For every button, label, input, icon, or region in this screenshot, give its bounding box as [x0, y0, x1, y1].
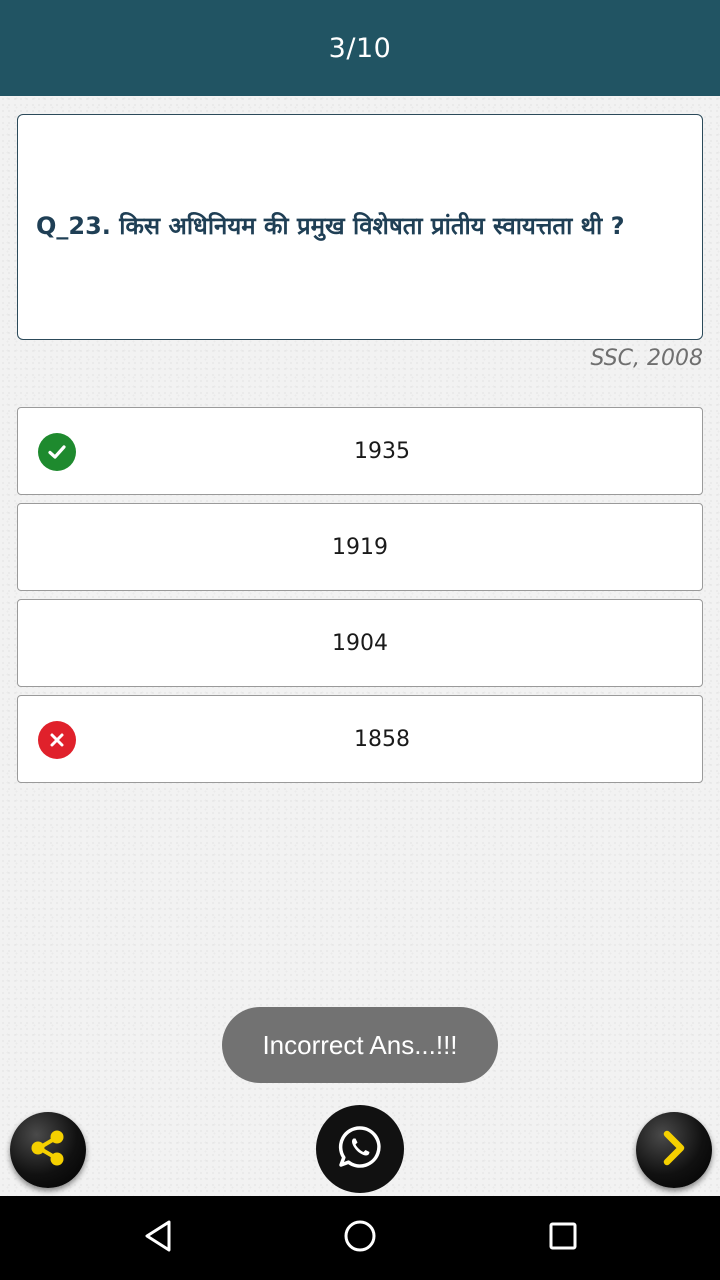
option-label: 1919	[332, 534, 388, 560]
check-icon	[38, 433, 76, 471]
share-button[interactable]	[10, 1112, 86, 1188]
next-button[interactable]	[636, 1112, 712, 1188]
toast-text: Incorrect Ans...!!!	[262, 1029, 458, 1060]
nav-back-button[interactable]	[98, 1196, 218, 1280]
system-nav-bar	[0, 1196, 720, 1280]
chevron-right-icon	[656, 1128, 692, 1172]
nav-recents-button[interactable]	[503, 1196, 623, 1280]
option-label: 1935	[354, 438, 410, 464]
option-2[interactable]: 1919	[17, 503, 703, 591]
question-card: Q_23. किस अधिनियम की प्रमुख विशेषता प्रा…	[17, 114, 703, 340]
close-icon	[38, 721, 76, 759]
home-circle-icon	[342, 1218, 378, 1258]
question-source: SSC, 2008	[590, 346, 703, 371]
question-progress: 3/10	[328, 32, 392, 64]
recents-square-icon	[547, 1220, 579, 1256]
top-bar: 3/10	[0, 0, 720, 96]
option-4[interactable]: 1858	[17, 695, 703, 783]
option-label: 1858	[354, 726, 410, 752]
question-text: Q_23. किस अधिनियम की प्रमुख विशेषता प्रा…	[36, 212, 625, 241]
option-3[interactable]: 1904	[17, 599, 703, 687]
option-label: 1904	[332, 630, 388, 656]
share-icon	[27, 1127, 69, 1173]
nav-home-button[interactable]	[300, 1196, 420, 1280]
whatsapp-icon	[335, 1122, 385, 1176]
whatsapp-button[interactable]	[316, 1105, 404, 1193]
back-triangle-icon	[141, 1218, 175, 1258]
option-1[interactable]: 1935	[17, 407, 703, 495]
result-toast: Incorrect Ans...!!!	[222, 1007, 498, 1083]
